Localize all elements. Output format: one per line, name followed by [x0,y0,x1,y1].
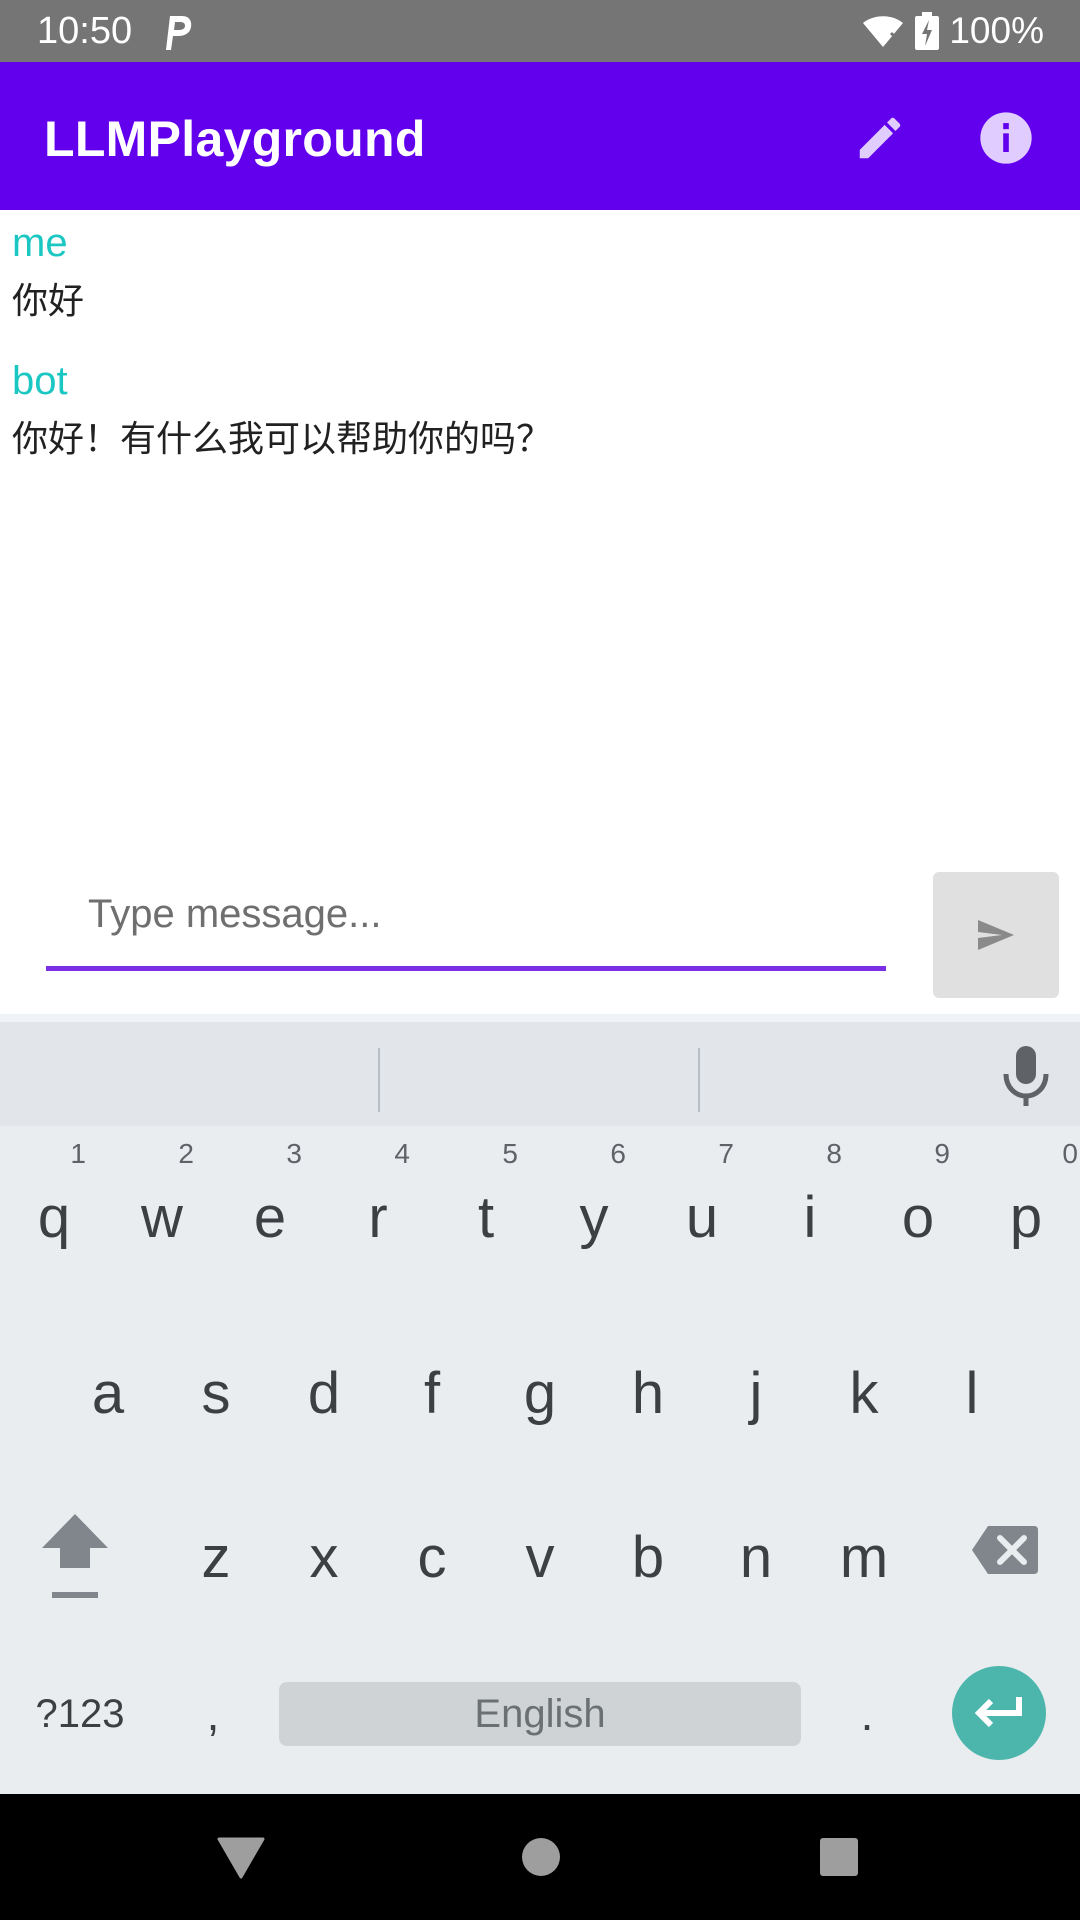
app-title: LLMPlayground [44,111,426,167]
info-icon [980,112,1032,164]
battery-percent: 100% [949,10,1044,51]
app-bar: LLMPlayground [0,62,1080,210]
message-sender: me [12,221,68,265]
key-r[interactable]: 4r [324,1136,432,1286]
key-i[interactable]: 8i [756,1136,864,1286]
key-m[interactable]: m [810,1476,918,1626]
input-underline [46,966,886,971]
enter-key[interactable] [952,1666,1046,1760]
home-button[interactable] [506,1822,576,1892]
message-sender: bot [12,359,68,403]
key-u[interactable]: 7u [648,1136,756,1286]
key-o[interactable]: 9o [864,1136,972,1286]
keyboard-row-4: ?123 , English . [0,1644,1080,1784]
chat-message: me 你好 [12,220,84,324]
keyboard-row-2: a s d f g h j k l [0,1312,1080,1462]
home-circle-icon [522,1838,560,1876]
chat-message: bot 你好！有什么我可以帮助你的吗？ [12,358,552,462]
status-bar: 10:50 100% [0,0,1080,62]
suggestion-divider [698,1048,700,1112]
keyboard-row-1: 1q 2w 3e 4r 5t 6y 7u 8i 9o 0p [0,1136,1080,1286]
info-button[interactable] [974,106,1038,170]
navigation-bar [0,1794,1080,1920]
microphone-icon[interactable] [998,1044,1054,1108]
status-icons: 100% [861,10,1044,52]
enter-icon [974,1697,1022,1728]
edit-button[interactable] [848,106,912,170]
space-key[interactable]: English [279,1682,801,1746]
wifi-icon [863,16,904,47]
back-triangle-icon [217,1837,265,1879]
suggestion-divider [378,1048,380,1112]
key-j[interactable]: j [702,1312,810,1462]
key-e[interactable]: 3e [216,1136,324,1286]
status-time: 10:50 [37,10,133,52]
back-button[interactable] [206,1822,276,1892]
soft-keyboard: 1q 2w 3e 4r 5t 6y 7u 8i 9o 0p a s d f g … [0,1014,1080,1794]
key-g[interactable]: g [486,1312,594,1462]
key-n[interactable]: n [702,1476,810,1626]
key-y[interactable]: 6y [540,1136,648,1286]
comma-key[interactable]: , [168,1644,258,1784]
key-b[interactable]: b [594,1476,702,1626]
key-v[interactable]: v [486,1476,594,1626]
key-z[interactable]: z [162,1476,270,1626]
backspace-icon[interactable] [970,1520,1040,1580]
key-h[interactable]: h [594,1312,702,1462]
key-s[interactable]: s [162,1312,270,1462]
message-text: 你好 [12,281,85,322]
send-icon [978,920,1014,950]
key-w[interactable]: 2w [108,1136,216,1286]
key-q[interactable]: 1q [0,1136,108,1286]
message-text: 你好！有什么我可以帮助你的吗？ [12,419,553,460]
keyboard-suggestion-bar [0,1014,1080,1126]
shift-icon[interactable] [30,1496,120,1616]
keyboard-row-3: z x c v b n m [0,1476,1080,1626]
symbols-key[interactable]: ?123 [20,1644,140,1784]
chat-list: me 你好 bot 你好！有什么我可以帮助你的吗？ [0,210,1080,830]
key-x[interactable]: x [270,1476,378,1626]
key-k[interactable]: k [810,1312,918,1462]
period-key[interactable]: . [822,1644,912,1784]
pencil-icon [859,117,901,159]
key-c[interactable]: c [378,1476,486,1626]
send-button[interactable] [933,872,1059,998]
parking-notification-icon [166,16,192,50]
recents-square-icon [820,1838,858,1876]
key-l[interactable]: l [918,1312,1026,1462]
key-a[interactable]: a [54,1312,162,1462]
recents-button[interactable] [804,1822,874,1892]
battery-charging-icon [915,12,940,50]
message-input[interactable] [46,862,886,966]
key-t[interactable]: 5t [432,1136,540,1286]
key-f[interactable]: f [378,1312,486,1462]
key-p[interactable]: 0p [972,1136,1080,1286]
message-input-container [46,862,886,972]
key-d[interactable]: d [270,1312,378,1462]
